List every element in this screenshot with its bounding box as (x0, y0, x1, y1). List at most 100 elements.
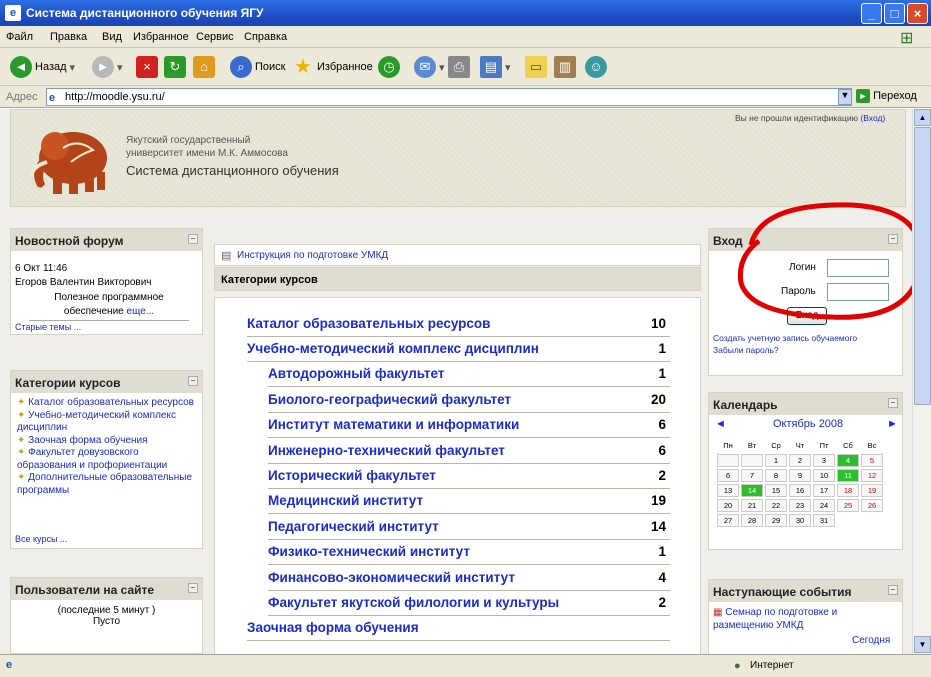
users-online-block: Пользователи на сайте – (последние 5 мину… (10, 577, 203, 654)
minimize-button[interactable]: _ (861, 3, 882, 24)
menu-file[interactable]: Файл (6, 31, 33, 43)
news-date: 6 Окт 11:46 (15, 263, 68, 274)
menu-help[interactable]: Справка (244, 31, 287, 43)
category-row[interactable]: Физико-технический институт 1 (268, 540, 670, 565)
left-category-item[interactable]: ✦ Учебно-методический комплекс дисциплин (17, 410, 197, 435)
windows-logo-icon: ⊞ (900, 30, 914, 47)
calendar-month[interactable]: Октябрь 2008 (773, 418, 843, 430)
back-button[interactable]: ◄ Назад ▾ (10, 55, 75, 79)
print-button[interactable]: ⎙ (448, 55, 470, 79)
events-block: Наступающие события – ▦ Семнар по подгото… (708, 579, 903, 654)
home-icon: ⌂ (193, 56, 215, 78)
menu-view[interactable]: Вид (102, 31, 122, 43)
today-link[interactable]: Сегодня (852, 635, 890, 646)
collapse-icon[interactable]: – (888, 585, 898, 595)
discuss-button[interactable]: ▭ (525, 55, 547, 79)
scroll-up-icon[interactable]: ▲ (914, 109, 931, 126)
category-row[interactable]: Финансово-экономический институт 4 (268, 566, 670, 591)
category-icon: ✦ (17, 434, 29, 446)
history-icon: ◷ (378, 56, 400, 78)
university-line2: университет имени М.К. Аммосова (126, 148, 288, 159)
category-row[interactable]: Факультет якутской филологии и культуры 2 (268, 591, 670, 616)
left-categories-block: Категории курсов – ✦ Каталог образователь… (10, 370, 203, 549)
stop-button[interactable]: × (136, 55, 158, 79)
forgot-password-link[interactable]: Забыли пароль? (713, 345, 779, 355)
search-button[interactable]: ⌕ Поиск (230, 55, 285, 79)
menu-tools[interactable]: Сервис (196, 31, 234, 43)
maximize-button[interactable]: □ (884, 3, 905, 24)
category-row[interactable]: Педагогический институт 14 (268, 515, 670, 540)
news-more-link[interactable]: еще... (127, 306, 155, 317)
category-row[interactable]: Медицинский институт 19 (268, 489, 670, 514)
calendar-event-icon: ▦ (713, 607, 723, 618)
stop-icon: × (136, 56, 158, 78)
vertical-scrollbar[interactable]: ▲ ▼ (912, 109, 931, 654)
category-row[interactable]: Биолого-географический факультет 20 (268, 388, 670, 413)
left-category-item[interactable]: ✦ Заочная форма обучения (17, 435, 197, 448)
center-categories-title: Категории курсов (214, 267, 701, 291)
scroll-down-icon[interactable]: ▼ (914, 636, 931, 653)
category-icon: ✦ (17, 472, 29, 483)
collapse-icon[interactable]: – (188, 234, 198, 244)
category-row[interactable]: Исторический факультет 2 (268, 464, 670, 489)
address-input[interactable]: e http://moodle.ysu.ru/ (46, 88, 852, 106)
history-button[interactable]: ◷ (378, 55, 400, 79)
address-dropdown-icon[interactable]: ▼ (838, 89, 852, 105)
window-title: Система дистанционного обучения ЯГУ (26, 6, 264, 20)
menu-favorites[interactable]: Избранное (133, 31, 189, 43)
document-icon: ▤ (221, 250, 232, 262)
instruction-row: ▤ Инструкция по подготовке УМКД (214, 244, 701, 266)
collapse-icon[interactable]: – (888, 398, 898, 408)
left-category-item[interactable]: ✦ Факультет довузовского образования и п… (17, 447, 197, 472)
favorites-button[interactable]: ★ Избранное (292, 55, 373, 79)
go-button[interactable]: ► Переход (856, 89, 917, 103)
mail-icon: ✉ (414, 56, 436, 78)
all-courses-link[interactable]: Все курсы ... (15, 534, 67, 544)
messenger-button[interactable]: ☺ (585, 55, 607, 79)
events-title: Наступающие события (713, 585, 852, 599)
old-topics-link[interactable]: Старые темы ... (15, 322, 81, 332)
zone-label: Интернет (750, 660, 794, 671)
star-icon: ★ (294, 56, 312, 78)
login-block: Вход – Логин Пароль Вход Создать учетную … (708, 202, 912, 376)
users-empty: Пусто (92, 616, 121, 627)
collapse-icon[interactable]: – (188, 376, 198, 386)
edit-icon: ▤ (480, 56, 502, 78)
instruction-link[interactable]: Инструкция по подготовке УМКД (237, 250, 388, 261)
calendar-next-icon[interactable]: ► (887, 418, 898, 430)
menu-edit[interactable]: Правка (50, 31, 87, 43)
forward-button[interactable]: ► ▾ (92, 55, 123, 79)
collapse-icon[interactable]: – (188, 583, 198, 593)
event-item[interactable]: ▦ Семнар по подготовке и размещению УМКД (713, 606, 883, 632)
users-title: Пользователи на сайте (15, 583, 155, 597)
site-header: Якутский государственный университет име… (10, 109, 906, 207)
left-categories-list: ✦ Каталог образовательных ресурсов ✦ Уче… (17, 397, 197, 497)
calendar-grid: Пн Вт Ср Чт Пт Сб Вс 12345 6 7 8 9 10 11 12 13 14 15 16… (715, 437, 885, 529)
scroll-thumb[interactable] (914, 127, 931, 405)
header-login-link[interactable]: (Вход) (860, 113, 885, 123)
category-row[interactable]: Каталог образовательных ресурсов 10 (247, 312, 670, 337)
create-account-link[interactable]: Создать учетную запись обучаемого (713, 333, 857, 343)
category-row[interactable]: Институт математики и информатики 6 (268, 413, 670, 438)
home-button[interactable]: ⌂ (193, 55, 215, 79)
close-button[interactable]: × (907, 3, 928, 24)
mail-button[interactable]: ✉ ▾ (414, 55, 445, 79)
printer-icon: ⎙ (448, 56, 470, 78)
refresh-button[interactable]: ↻ (164, 55, 186, 79)
menu-bar: Файл Правка Вид Избранное Сервис Справка… (0, 26, 931, 48)
left-category-item[interactable]: ✦ Дополнительные образовательные програм… (17, 472, 197, 497)
edit-button[interactable]: ▤ ▾ (480, 55, 511, 79)
category-row[interactable]: Автодорожный факультет 1 (268, 362, 670, 387)
news-author: Егоров Валентин Викторович (15, 277, 152, 288)
page-status-icon: e (6, 659, 13, 671)
category-row[interactable]: Заочная форма обучения (247, 616, 670, 641)
category-row[interactable]: Учебно-методический комплекс дисциплин 1 (247, 337, 670, 362)
research-button[interactable]: ▥ (554, 55, 576, 79)
category-row[interactable]: Инженерно-технический факультет 6 (268, 439, 670, 464)
forward-arrow-icon: ► (92, 56, 114, 78)
search-icon: ⌕ (230, 56, 252, 78)
left-category-item[interactable]: ✦ Каталог образовательных ресурсов (17, 397, 197, 410)
category-icon: ✦ (17, 397, 29, 408)
red-highlight-annotation (737, 202, 912, 320)
calendar-prev-icon[interactable]: ◄ (715, 418, 726, 430)
